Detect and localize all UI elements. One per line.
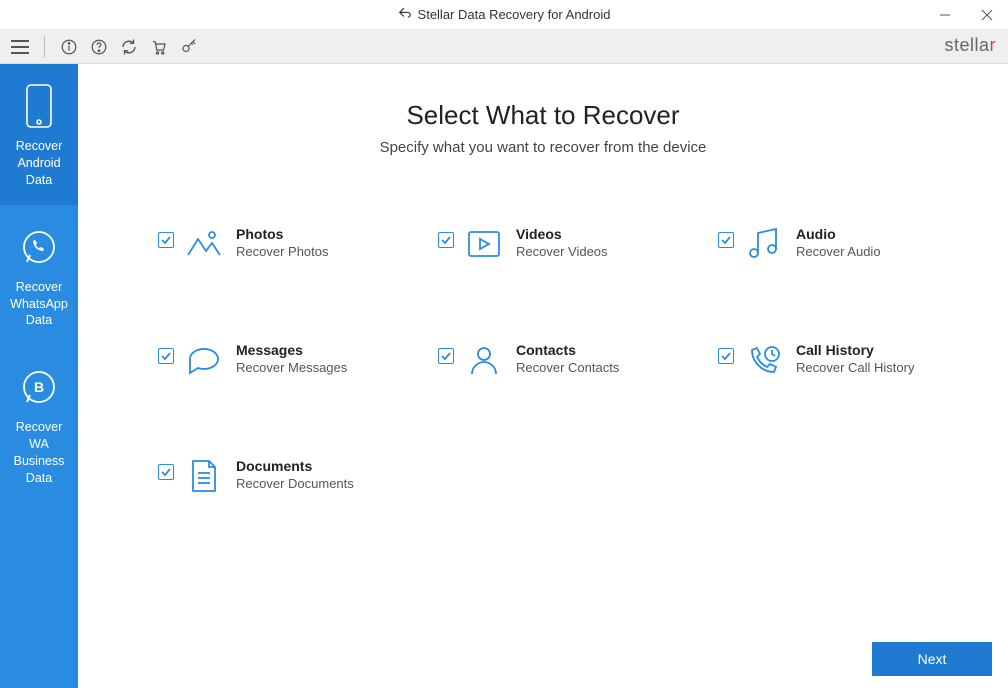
refresh-icon[interactable] (117, 35, 141, 59)
option-desc: Recover Documents (236, 476, 354, 491)
option-call-history[interactable]: Call History Recover Call History (718, 342, 988, 378)
option-desc: Recover Photos (236, 244, 329, 259)
checkbox[interactable] (158, 464, 174, 480)
option-documents[interactable]: Documents Recover Documents (158, 458, 428, 494)
videos-icon (466, 226, 502, 262)
sidebar-item-android-data[interactable]: Recover Android Data (0, 64, 78, 205)
checkbox[interactable] (158, 232, 174, 248)
sidebar-item-wa-business-data[interactable]: B Recover WA Business Data (0, 345, 78, 503)
key-icon[interactable] (177, 35, 201, 59)
call-history-icon (746, 342, 782, 378)
documents-icon (186, 458, 222, 494)
option-contacts[interactable]: Contacts Recover Contacts (438, 342, 708, 378)
contacts-icon (466, 342, 502, 378)
back-arrow-icon (398, 6, 412, 23)
checkbox[interactable] (718, 348, 734, 364)
phone-icon (4, 82, 74, 130)
cart-icon[interactable] (147, 35, 171, 59)
close-button[interactable] (966, 0, 1008, 30)
menu-button[interactable] (8, 35, 32, 59)
option-title: Documents (236, 458, 354, 474)
option-messages[interactable]: Messages Recover Messages (158, 342, 428, 378)
option-videos[interactable]: Videos Recover Videos (438, 226, 708, 262)
recovery-options-grid: Photos Recover Photos Videos Recover Video… (158, 226, 988, 494)
option-title: Videos (516, 226, 608, 242)
page-heading: Select What to Recover (98, 100, 988, 131)
audio-icon (746, 226, 782, 262)
checkbox[interactable] (438, 348, 454, 364)
info-icon[interactable] (57, 35, 81, 59)
svg-text:B: B (34, 379, 44, 395)
whatsapp-business-icon: B (4, 363, 74, 411)
page-subtitle: Specify what you want to recover from th… (98, 139, 988, 156)
sidebar-item-label: Recover Android Data (4, 138, 74, 189)
checkbox[interactable] (438, 232, 454, 248)
checkbox[interactable] (718, 232, 734, 248)
next-button[interactable]: Next (872, 642, 992, 676)
sidebar-item-whatsapp-data[interactable]: Recover WhatsApp Data (0, 205, 78, 346)
option-title: Contacts (516, 342, 619, 358)
minimize-button[interactable] (924, 0, 966, 30)
option-title: Audio (796, 226, 881, 242)
option-desc: Recover Contacts (516, 360, 619, 375)
main-panel: Select What to Recover Specify what you … (78, 64, 1008, 688)
checkbox[interactable] (158, 348, 174, 364)
option-title: Photos (236, 226, 329, 242)
sidebar-item-label: Recover WhatsApp Data (4, 279, 74, 330)
whatsapp-icon (4, 223, 74, 271)
option-desc: Recover Videos (516, 244, 608, 259)
option-photos[interactable]: Photos Recover Photos (158, 226, 428, 262)
titlebar: Stellar Data Recovery for Android (0, 0, 1008, 30)
option-title: Messages (236, 342, 347, 358)
option-desc: Recover Call History (796, 360, 914, 375)
messages-icon (186, 342, 222, 378)
sidebar: Recover Android Data Recover WhatsApp Da… (0, 64, 78, 688)
option-desc: Recover Messages (236, 360, 347, 375)
option-desc: Recover Audio (796, 244, 881, 259)
photos-icon (186, 226, 222, 262)
brand-logo: stellar (944, 35, 996, 56)
toolbar-divider (44, 36, 45, 58)
option-audio[interactable]: Audio Recover Audio (718, 226, 988, 262)
sidebar-item-label: Recover WA Business Data (4, 419, 74, 487)
help-icon[interactable] (87, 35, 111, 59)
option-title: Call History (796, 342, 914, 358)
app-title: Stellar Data Recovery for Android (418, 7, 611, 22)
toolbar: stellar (0, 30, 1008, 64)
